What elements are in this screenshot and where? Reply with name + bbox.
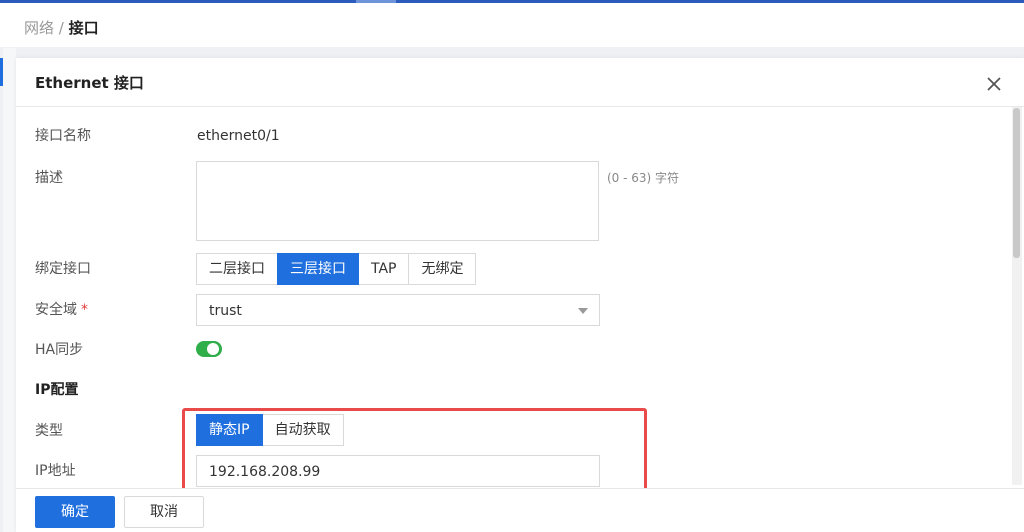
security-zone-label-text: 安全域 — [35, 302, 77, 318]
breadcrumb-current: 接口 — [68, 19, 99, 37]
breadcrumb-bar: 网络 / 接口 — [0, 3, 1024, 47]
bind-interface-segmented-control: 二层接口 三层接口 TAP 无绑定 — [196, 253, 477, 285]
left-nav-strip — [3, 48, 16, 532]
description-length-hint: (0 - 63) 字符 — [607, 171, 680, 185]
ip-config-section-title: IP配置 — [35, 382, 79, 398]
close-icon[interactable] — [982, 72, 1006, 96]
security-zone-select[interactable]: trust — [196, 294, 600, 326]
security-zone-label: 安全域 * — [35, 300, 88, 320]
confirm-button[interactable]: 确定 — [35, 496, 115, 528]
interface-name-label: 接口名称 — [35, 128, 91, 144]
dialog-header-divider — [16, 106, 1024, 107]
ip-type-label: 类型 — [35, 423, 63, 439]
breadcrumb-separator: / — [54, 19, 69, 37]
ip-address-input[interactable]: 192.168.208.99 — [196, 455, 600, 487]
security-zone-value: trust — [209, 303, 242, 319]
description-label: 描述 — [35, 170, 63, 186]
ip-type-dhcp[interactable]: 自动获取 — [261, 414, 344, 446]
ip-address-label: IP地址 — [35, 463, 76, 479]
cancel-button[interactable]: 取消 — [124, 496, 204, 528]
required-mark: * — [81, 302, 88, 318]
ip-type-segmented-control: 静态IP 自动获取 — [196, 414, 344, 446]
ha-sync-toggle[interactable] — [196, 341, 222, 357]
ha-sync-label: HA同步 — [35, 342, 84, 358]
description-textarea[interactable] — [196, 161, 599, 241]
bind-interface-label: 绑定接口 — [35, 261, 91, 277]
interface-name-value: ethernet0/1 — [197, 128, 280, 144]
bind-option-layer3[interactable]: 三层接口 — [277, 253, 359, 285]
left-nav-active-indicator — [0, 58, 3, 86]
toggle-knob — [207, 343, 219, 355]
chevron-down-icon — [578, 308, 588, 314]
bind-option-layer2[interactable]: 二层接口 — [196, 253, 278, 285]
breadcrumb-parent[interactable]: 网络 — [24, 19, 54, 37]
ip-address-value: 192.168.208.99 — [209, 464, 321, 480]
dialog-scrollbar-thumb[interactable] — [1013, 108, 1020, 258]
ip-type-static[interactable]: 静态IP — [196, 414, 263, 446]
breadcrumb: 网络 / 接口 — [24, 19, 99, 37]
bind-option-unbound[interactable]: 无绑定 — [408, 253, 477, 285]
dialog-title: Ethernet 接口 — [35, 74, 144, 92]
bind-option-tap[interactable]: TAP — [358, 253, 410, 285]
